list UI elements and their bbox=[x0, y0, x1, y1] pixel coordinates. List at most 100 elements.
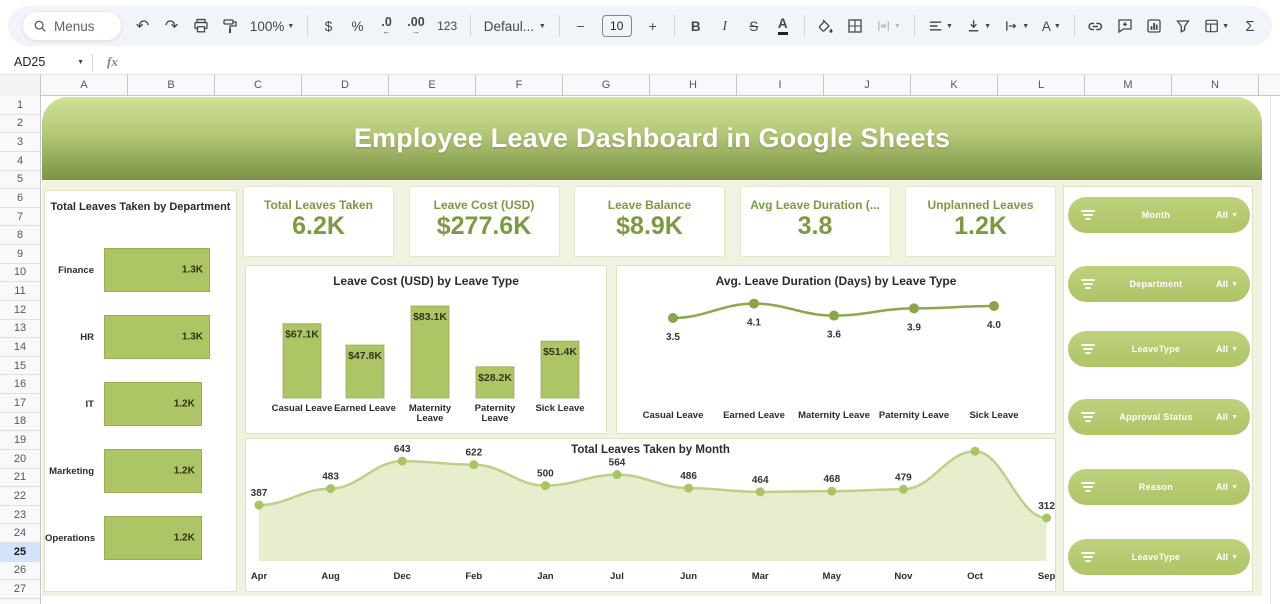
chart-button[interactable] bbox=[1146, 12, 1162, 40]
kpi-card[interactable]: Total Leaves Taken6.2K bbox=[243, 186, 394, 257]
row-header[interactable]: 14 bbox=[0, 338, 40, 357]
slicer-value[interactable]: All▼ bbox=[1216, 412, 1238, 423]
functions-button[interactable]: Σ bbox=[1242, 12, 1258, 40]
slicer-approval-status[interactable]: Approval StatusAll▼ bbox=[1068, 399, 1250, 435]
row-header[interactable]: 25 bbox=[0, 543, 40, 562]
slicer-value[interactable]: All▼ bbox=[1216, 210, 1238, 221]
percent-button[interactable]: % bbox=[350, 12, 366, 40]
slicer-value[interactable]: All▼ bbox=[1216, 552, 1238, 563]
column-header[interactable]: M bbox=[1085, 75, 1172, 95]
column-header[interactable]: K bbox=[911, 75, 998, 95]
row-header[interactable]: 26 bbox=[0, 562, 40, 581]
print-button[interactable] bbox=[193, 12, 209, 40]
leave-duration-chart-panel[interactable]: Avg. Leave Duration (Days) by Leave Type… bbox=[616, 265, 1056, 434]
row-header[interactable]: 27 bbox=[0, 580, 40, 599]
font-size-input[interactable] bbox=[602, 15, 632, 37]
row-header[interactable]: 24 bbox=[0, 524, 40, 543]
slicer-value[interactable]: All▼ bbox=[1216, 279, 1238, 290]
filter-button[interactable] bbox=[1175, 12, 1191, 40]
link-button[interactable] bbox=[1087, 12, 1103, 40]
row-header[interactable]: 6 bbox=[0, 189, 40, 208]
leave-cost-chart-panel[interactable]: Leave Cost (USD) by Leave Type $67.1KCas… bbox=[245, 265, 607, 434]
formula-input[interactable] bbox=[118, 50, 1280, 74]
kpi-value: 1.2K bbox=[906, 212, 1055, 241]
strikethrough-button[interactable]: S bbox=[746, 12, 762, 40]
borders-button[interactable] bbox=[847, 12, 863, 40]
increase-font-button[interactable]: + bbox=[645, 12, 661, 40]
row-header[interactable]: 5 bbox=[0, 171, 40, 190]
more-formats-button[interactable]: 123 bbox=[437, 12, 456, 40]
row-header[interactable]: 13 bbox=[0, 320, 40, 339]
column-header[interactable]: E bbox=[389, 75, 476, 95]
slicer-department[interactable]: DepartmentAll▼ bbox=[1068, 266, 1250, 302]
bold-button[interactable]: B bbox=[688, 12, 704, 40]
decrease-decimals-button[interactable]: .0← bbox=[379, 12, 395, 40]
kpi-card[interactable]: Leave Cost (USD)$277.6K bbox=[409, 186, 560, 257]
slicer-leavetype[interactable]: LeaveTypeAll▼ bbox=[1068, 331, 1250, 367]
column-header[interactable]: N bbox=[1172, 75, 1259, 95]
row-header[interactable]: 7 bbox=[0, 208, 40, 227]
fill-color-button[interactable] bbox=[818, 12, 834, 40]
increase-decimals-button[interactable]: .00→ bbox=[408, 12, 425, 40]
kpi-card[interactable]: Avg Leave Duration (...3.8 bbox=[740, 186, 891, 257]
decrease-font-button[interactable]: − bbox=[573, 12, 589, 40]
column-header[interactable]: A bbox=[41, 75, 128, 95]
slicer-reason[interactable]: ReasonAll▼ bbox=[1068, 469, 1250, 505]
row-header[interactable]: 11 bbox=[0, 282, 40, 301]
currency-button[interactable]: $ bbox=[321, 12, 337, 40]
svg-text:$28.2K: $28.2K bbox=[478, 372, 512, 384]
row-header[interactable]: 4 bbox=[0, 152, 40, 171]
svg-text:4.1: 4.1 bbox=[747, 318, 761, 329]
vertical-align-button[interactable]: ▼ bbox=[966, 12, 991, 40]
column-header[interactable]: F bbox=[476, 75, 563, 95]
department-chart-panel[interactable]: Total Leaves Taken by Department Finance… bbox=[44, 190, 237, 592]
row-header[interactable]: 2 bbox=[0, 115, 40, 134]
row-header[interactable]: 22 bbox=[0, 487, 40, 506]
slicer-month[interactable]: MonthAll▼ bbox=[1068, 197, 1250, 233]
font-select[interactable]: Defaul... ▼ bbox=[484, 12, 546, 40]
row-header[interactable]: 3 bbox=[0, 133, 40, 152]
row-header[interactable]: 9 bbox=[0, 245, 40, 264]
column-header[interactable]: C bbox=[215, 75, 302, 95]
table-button[interactable]: ▼ bbox=[1204, 12, 1229, 40]
monthly-chart-panel[interactable]: Total Leaves Taken by Month 387Apr483Aug… bbox=[245, 438, 1056, 592]
row-header[interactable]: 15 bbox=[0, 357, 40, 376]
row-header[interactable]: 21 bbox=[0, 469, 40, 488]
comment-button[interactable] bbox=[1117, 12, 1133, 40]
column-header[interactable]: B bbox=[128, 75, 215, 95]
row-header[interactable]: 1 bbox=[0, 96, 40, 115]
paint-format-button[interactable] bbox=[222, 12, 238, 40]
row-header[interactable]: 23 bbox=[0, 506, 40, 525]
row-header[interactable]: 18 bbox=[0, 413, 40, 432]
redo-button[interactable]: ↷ bbox=[164, 12, 180, 40]
slicer-value[interactable]: All▼ bbox=[1216, 482, 1238, 493]
slicer-leavetype[interactable]: LeaveTypeAll▼ bbox=[1068, 539, 1250, 575]
row-header[interactable]: 16 bbox=[0, 375, 40, 394]
name-box[interactable]: AD25 ▼ bbox=[0, 55, 92, 69]
rotation-button[interactable]: A ▼ bbox=[1042, 12, 1060, 40]
slicer-value[interactable]: All▼ bbox=[1216, 344, 1238, 355]
italic-button[interactable]: I bbox=[717, 12, 733, 40]
merge-button[interactable]: ▼ bbox=[876, 12, 901, 40]
column-header[interactable]: J bbox=[824, 75, 911, 95]
row-header[interactable]: 8 bbox=[0, 226, 40, 245]
text-color-button[interactable]: A bbox=[775, 12, 791, 40]
select-all-corner[interactable] bbox=[0, 75, 41, 96]
menus-search[interactable]: Menus bbox=[22, 11, 122, 41]
column-header[interactable]: H bbox=[650, 75, 737, 95]
row-header[interactable]: 17 bbox=[0, 394, 40, 413]
undo-button[interactable]: ↶ bbox=[135, 12, 151, 40]
row-header[interactable]: 19 bbox=[0, 431, 40, 450]
kpi-card[interactable]: Leave Balance$8.9K bbox=[574, 186, 725, 257]
row-header[interactable]: 20 bbox=[0, 450, 40, 469]
column-header[interactable]: D bbox=[302, 75, 389, 95]
row-header[interactable]: 12 bbox=[0, 301, 40, 320]
column-header[interactable]: I bbox=[737, 75, 824, 95]
column-header[interactable]: L bbox=[998, 75, 1085, 95]
kpi-card[interactable]: Unplanned Leaves1.2K bbox=[905, 186, 1056, 257]
zoom-select[interactable]: 100% ▼ bbox=[251, 12, 294, 40]
column-header[interactable]: G bbox=[563, 75, 650, 95]
row-header[interactable]: 10 bbox=[0, 264, 40, 283]
wrap-button[interactable]: ▼ bbox=[1004, 12, 1029, 40]
align-button[interactable]: ▼ bbox=[928, 12, 953, 40]
